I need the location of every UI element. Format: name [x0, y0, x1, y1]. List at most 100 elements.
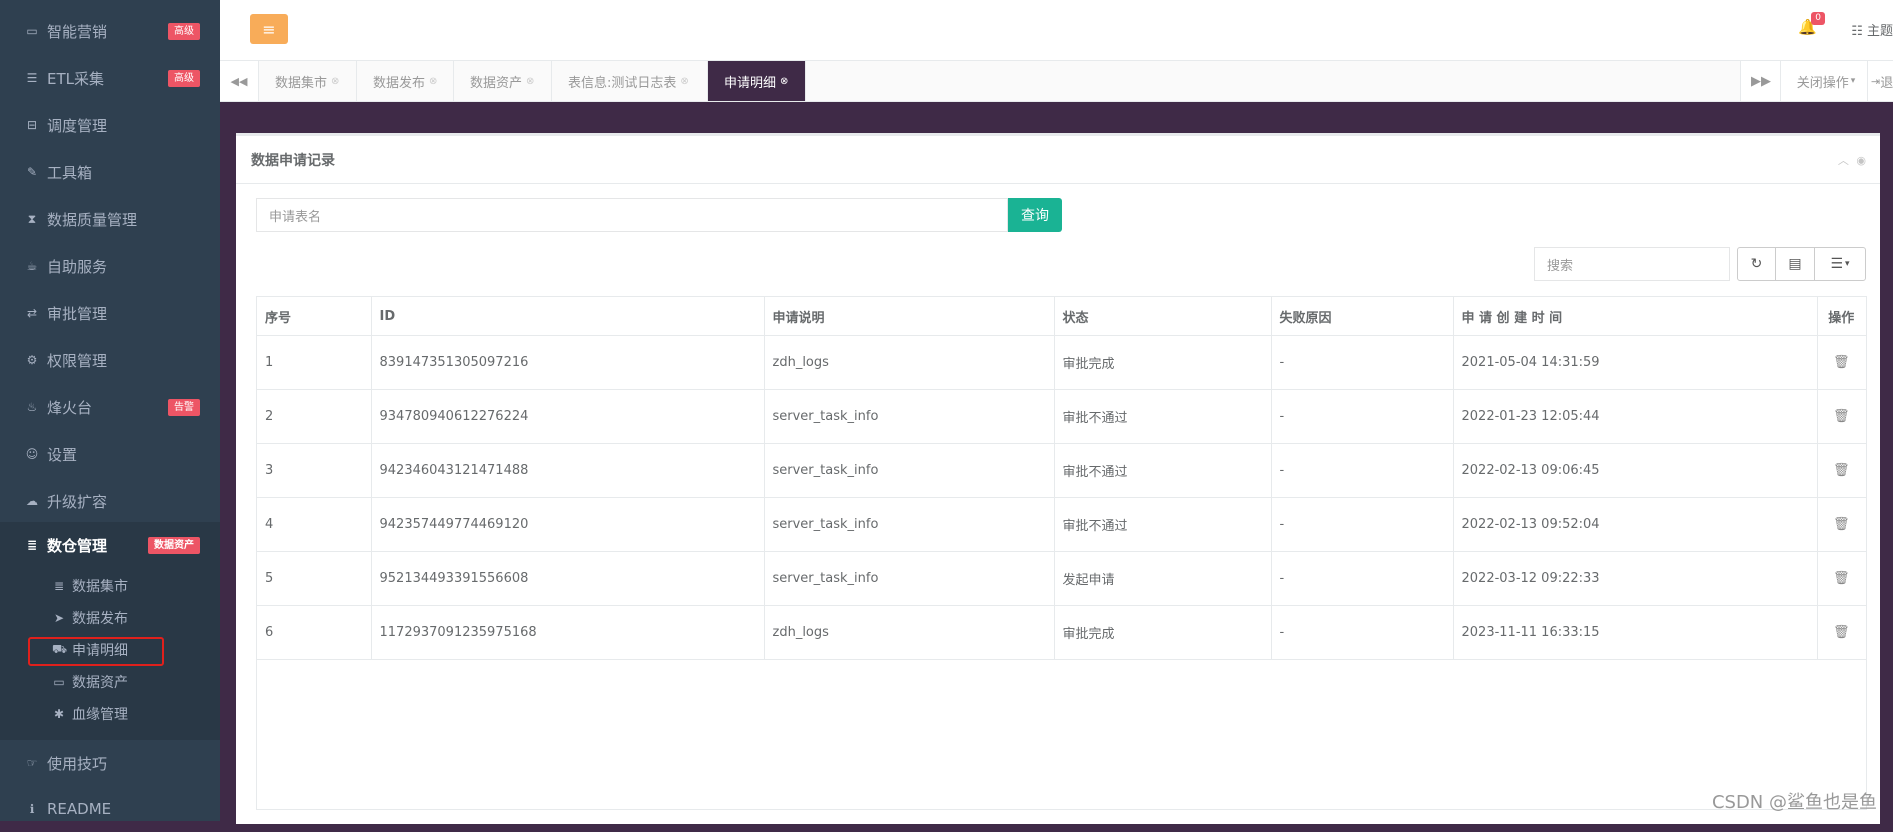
theme-icon: ☷: [1851, 24, 1863, 39]
table-cell: 2022-03-12 09:22:33: [1453, 551, 1818, 606]
theme-button[interactable]: ☷ 主题: [1851, 20, 1893, 39]
tab-1[interactable]: 数据发布 ⊗: [357, 61, 454, 101]
table-cell: 2022-02-13 09:06:45: [1453, 443, 1818, 498]
sidebar-subitem-3[interactable]: ▭ 数据资产: [52, 667, 128, 697]
table-row: 2 934780940612276224 server_task_info 审批不通过…: [257, 389, 1866, 444]
sidebar-item-badge: 告警: [168, 399, 200, 416]
sign-out-icon: ⇥: [1871, 74, 1881, 88]
table-row: 4 942357449774469120 server_task_info 审批不通过…: [257, 497, 1866, 552]
tab-0[interactable]: 数据集市 ⊗: [259, 61, 357, 101]
trash-icon[interactable]: 🗑: [1833, 517, 1850, 532]
table-cell: server_task_info: [764, 497, 1055, 552]
sidebar-item-1[interactable]: ☰ ETL采集 高级: [0, 55, 220, 101]
sidebar-item-label: 升级扩容: [47, 492, 108, 511]
sidebar-item-label: ETL采集: [47, 69, 104, 88]
sidebar-subitem-4[interactable]: ✱ 血缘管理: [52, 699, 128, 729]
query-button-label: 查询: [1021, 208, 1049, 224]
list-alt-icon: ▤: [1788, 256, 1802, 272]
table-cell: 1: [257, 335, 372, 390]
refresh-button[interactable]: ↻: [1737, 247, 1776, 281]
sidebar-item-6[interactable]: ⇄ 审批管理: [0, 290, 220, 336]
table-cell: 839147351305097216: [371, 335, 765, 390]
sidebar-group-data-warehouse[interactable]: ≣ 数仓管理 数据资产: [0, 522, 220, 568]
tab-label: 数据集市: [275, 75, 328, 91]
sidebar-item-badge: 高级: [168, 70, 200, 87]
table-cell: 4: [257, 497, 372, 552]
table-search-placeholder: 搜索: [1547, 258, 1574, 274]
close-circle-icon[interactable]: ⊗: [780, 76, 788, 87]
laptop-icon: ▭: [53, 675, 65, 689]
sidebar-subitem-1[interactable]: ➤ 数据发布: [52, 603, 128, 633]
column-header: 申请说明: [764, 297, 1055, 336]
sidebar-bottom-item-1[interactable]: ℹ README: [0, 786, 220, 832]
sidebar-bottom-item-0[interactable]: ☞ 使用技巧: [0, 740, 220, 786]
column-header: 状态: [1054, 297, 1272, 336]
sidebar-item-7[interactable]: ⚙ 权限管理: [0, 337, 220, 383]
sidebar-item-8[interactable]: ♨ 烽火台 告警: [0, 384, 220, 430]
trash-icon[interactable]: 🗑: [1833, 355, 1850, 370]
close-circle-icon[interactable]: ⊗: [331, 76, 339, 87]
table-cell: 审批不通过: [1054, 443, 1272, 498]
sidebar-item-label: 工具箱: [47, 163, 93, 182]
tab-4[interactable]: 申请明细 ⊗: [708, 61, 806, 101]
selected-item-highlight: [28, 637, 164, 666]
sidebar-item-9[interactable]: ☺ 设置: [0, 431, 220, 477]
sidebar-item-5[interactable]: ☕ 自助服务: [0, 243, 220, 289]
column-header: 序号: [257, 297, 372, 336]
bus-icon: ⊟: [26, 118, 38, 132]
table-cell: 审批不通过: [1054, 389, 1272, 444]
exit-button[interactable]: ⇥ 退: [1867, 61, 1893, 101]
table-search-input[interactable]: 搜索: [1534, 247, 1730, 281]
table-cell: 2022-02-13 09:52:04: [1453, 497, 1818, 552]
table-row: 5 952134493391556608 server_task_info 发起申请 -…: [257, 551, 1866, 606]
sidebar-item-3[interactable]: ✎ 工具箱: [0, 149, 220, 195]
table-cell: 1172937091235975168: [371, 605, 765, 660]
sidebar-item-0[interactable]: ▭ 智能营销 高级: [0, 8, 220, 54]
table-cell: 3: [257, 443, 372, 498]
close-circle-icon[interactable]: ⊗: [526, 76, 534, 87]
sidebar-item-4[interactable]: ⧗ 数据质量管理: [0, 196, 220, 242]
sidebar-item-2[interactable]: ⊟ 调度管理: [0, 102, 220, 148]
columns-dropdown-button[interactable]: ☰ ▾: [1814, 247, 1866, 281]
sidebar-item-badge: 高级: [168, 23, 200, 40]
table-cell: server_task_info: [764, 389, 1055, 444]
tab-2[interactable]: 数据资产 ⊗: [454, 61, 552, 101]
records-table: 序号 ID 申请说明 状态 失败原因申 请 创 建 时 间操作 1 83914735130…: [256, 296, 1867, 810]
sidebar-item-10[interactable]: ☁ 升级扩容: [0, 478, 220, 524]
sidebar-subitem-label: 数据发布: [72, 611, 128, 627]
menu-toggle-button[interactable]: ≡: [250, 14, 288, 44]
chevron-up-icon[interactable]: ︿: [1838, 154, 1849, 167]
table-cell: 942357449774469120: [371, 497, 765, 552]
table-cell: -: [1271, 497, 1454, 552]
tab-scroll-right-button[interactable]: ▶▶: [1740, 61, 1781, 101]
close-circle-icon[interactable]: ⊗: [429, 76, 437, 87]
trash-icon[interactable]: 🗑: [1833, 625, 1850, 640]
close-operations-dropdown[interactable]: 关闭操作 ▾: [1780, 61, 1871, 101]
table-cell: -: [1271, 335, 1454, 390]
close-circle-icon[interactable]: ⊗: [680, 76, 688, 87]
theme-label: 主题: [1866, 24, 1893, 39]
sidebar-item-label: 调度管理: [47, 116, 108, 135]
refresh-icon: ↻: [1750, 256, 1763, 272]
trash-icon[interactable]: 🗑: [1833, 571, 1850, 586]
sidebar-item-label: 数据质量管理: [47, 210, 138, 229]
sidebar-group-badge: 数据资产: [148, 537, 200, 554]
toggle-view-button[interactable]: ▤: [1775, 247, 1815, 281]
sidebar-group-label: 数仓管理: [47, 536, 108, 555]
query-button[interactable]: 查询: [1008, 198, 1062, 232]
tab-scroll-left-button[interactable]: ◀◀: [220, 61, 259, 101]
trash-icon[interactable]: 🗑: [1833, 463, 1850, 478]
tab-3[interactable]: 表信息:测试日志表 ⊗: [552, 61, 708, 101]
database-icon: ≣: [53, 579, 65, 593]
eye-icon[interactable]: ◉: [1856, 154, 1866, 167]
sidebar-item-label: README: [47, 800, 112, 818]
sidebar-subitem-0[interactable]: ≣ 数据集市: [52, 571, 128, 601]
table-cell: 2: [257, 389, 372, 444]
actions-cell: 🗑: [1817, 605, 1866, 660]
table-cell: 2021-05-04 14:31:59: [1453, 335, 1818, 390]
panel-tools: ︿ ◉: [1838, 152, 1866, 168]
table-name-search-input[interactable]: 申请表名: [256, 198, 1008, 232]
trash-icon[interactable]: 🗑: [1833, 409, 1850, 424]
info-icon: ℹ: [29, 802, 35, 816]
table-cell: 2023-11-11 16:33:15: [1453, 605, 1818, 660]
